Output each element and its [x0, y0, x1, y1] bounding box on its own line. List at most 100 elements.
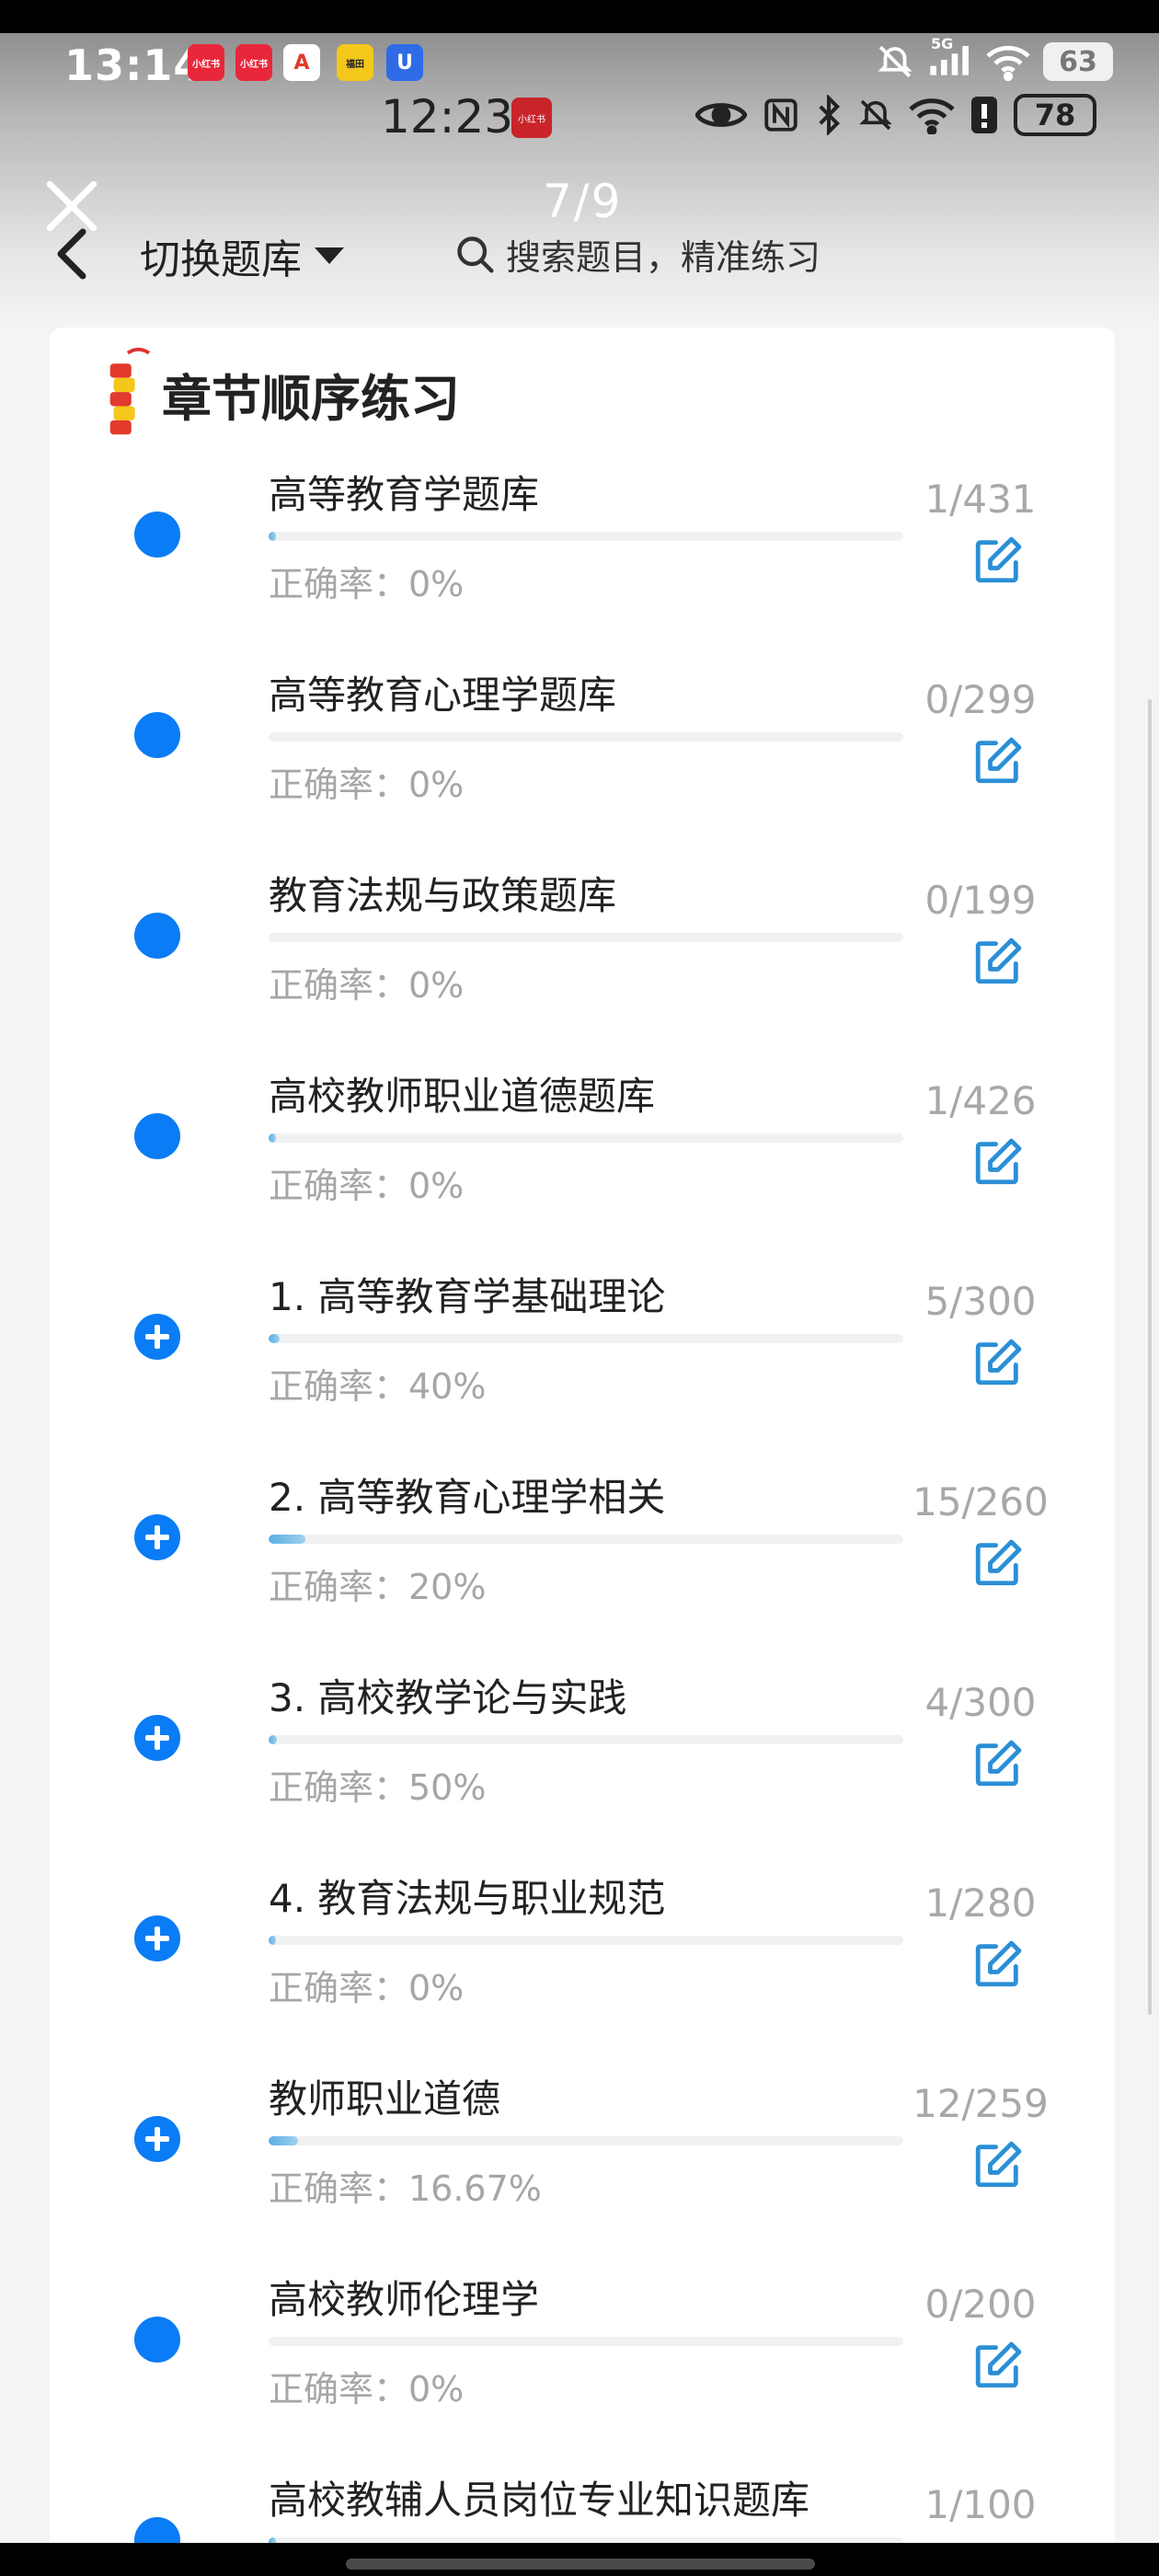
item-title: 2. 高等教育心理学相关: [269, 1475, 666, 1520]
list-item[interactable]: 高校教师职业道德题库 正确率：0% 1/426: [50, 1032, 1115, 1233]
mute-bell-icon: [878, 45, 912, 78]
progress-fill: [269, 532, 277, 541]
section-title: 章节顺序练习: [162, 369, 460, 428]
back-arrow-icon[interactable]: [52, 226, 92, 282]
search-input[interactable]: 搜索题目，精准练习: [429, 217, 1095, 291]
battery-indicator: 63: [1043, 42, 1113, 81]
chapter-practice-card: 章节顺序练习 高等教育学题库 正确率：0% 1/431 高等教育心理学题库 正确率：0%…: [50, 328, 1115, 2576]
progress-bar: [269, 1334, 903, 1343]
expand-plus-icon[interactable]: [134, 1514, 180, 1560]
progress-count: 5/300: [924, 1279, 1037, 1324]
progress-count: 0/199: [924, 878, 1037, 923]
nfc-icon: [764, 98, 798, 132]
progress-count: 0/200: [924, 2282, 1037, 2327]
chapter-dot-icon: [134, 1113, 180, 1159]
scrollbar[interactable]: [1148, 699, 1152, 2015]
accuracy-text: 正确率：0%: [269, 564, 465, 604]
progress-count: 1/100: [924, 2482, 1037, 2527]
chapter-dot-icon: [134, 712, 180, 758]
app-a-icon: A: [283, 44, 320, 81]
chapter-dot-icon: [134, 913, 180, 959]
list-item[interactable]: 教育法规与政策题库 正确率：0% 0/199: [50, 832, 1115, 1032]
progress-bar: [269, 2337, 903, 2346]
section-header: 章节顺序练习: [99, 346, 460, 442]
shield-app-icon: U: [386, 44, 423, 81]
edit-icon[interactable]: [971, 534, 1025, 587]
xiaohongshu-icon-2: 小红书: [235, 44, 272, 81]
accuracy-text: 正确率：50%: [269, 1767, 487, 1808]
progress-fill: [269, 2136, 298, 2145]
expand-plus-icon[interactable]: [134, 1715, 180, 1761]
list-item[interactable]: 高等教育心理学题库 正确率：0% 0/299: [50, 631, 1115, 832]
progress-count: 1/431: [924, 477, 1037, 522]
outer-status-time: 13:14: [64, 40, 204, 90]
edit-icon[interactable]: [971, 1737, 1025, 1790]
list-item[interactable]: 2. 高等教育心理学相关正确率：20% 15/260: [50, 1433, 1115, 1634]
wifi-icon: [986, 45, 1030, 81]
item-title: 4. 教育法规与职业规范: [269, 1876, 666, 1921]
expand-plus-icon[interactable]: [134, 1314, 180, 1360]
item-title: 高等教育心理学题库: [269, 673, 617, 718]
inner-status-icons: 78: [695, 94, 1096, 136]
app-screen: 13:14 小红书 小红书 A 福田 U 5G 63 12:23 小红书 78: [0, 0, 1159, 2576]
outer-status-bar: 13:14 小红书 小红书 A 福田 U 5G 63: [0, 33, 1159, 94]
list-item[interactable]: 教师职业道德 正确率：16.67% 12/259: [50, 2035, 1115, 2236]
search-icon: [457, 236, 494, 273]
edit-icon[interactable]: [971, 1336, 1025, 1389]
progress-bar: [269, 1735, 903, 1744]
search-placeholder: 搜索题目，精准练习: [506, 236, 821, 278]
accuracy-text: 正确率：0%: [269, 965, 465, 1006]
dropdown-triangle-icon: [315, 247, 344, 264]
alert-icon: [971, 97, 997, 133]
edit-icon[interactable]: [971, 734, 1025, 788]
list-item[interactable]: 3. 高校教学论与实践正确率：50% 4/300: [50, 1634, 1115, 1834]
item-title: 高校教辅人员岗位专业知识题库: [269, 2478, 810, 2523]
progress-count: 15/260: [912, 1479, 1049, 1524]
signal-5g-icon: 5G: [927, 35, 973, 83]
switch-library-button[interactable]: 切换题库: [140, 226, 344, 285]
edit-icon[interactable]: [971, 1135, 1025, 1189]
mute-bell-icon: [859, 99, 892, 131]
top-black-bar: [0, 0, 1159, 33]
xiaohongshu-icon: 小红书: [188, 44, 224, 81]
edit-icon[interactable]: [971, 1536, 1025, 1590]
edit-icon[interactable]: [971, 2339, 1025, 2392]
list-item[interactable]: 高校教师伦理学正确率：0% 0/200: [50, 2236, 1115, 2436]
accuracy-text: 正确率：0%: [269, 1166, 465, 1206]
edit-icon[interactable]: [971, 1938, 1025, 1991]
progress-bar: [269, 732, 903, 742]
inner-status-time: 12:23: [381, 90, 514, 144]
xiaohongshu-icon: 小红书: [511, 98, 552, 138]
list-item[interactable]: 1. 高等教育学基础理论 正确率：40% 5/300: [50, 1233, 1115, 1433]
eye-icon: [695, 103, 747, 127]
home-indicator[interactable]: [346, 2559, 815, 2570]
accuracy-text: 正确率：0%: [269, 2369, 465, 2409]
item-title: 高校教师伦理学: [269, 2277, 540, 2322]
accuracy-text: 正确率：20%: [269, 1567, 487, 1607]
switch-library-label: 切换题库: [140, 236, 302, 283]
item-title: 3. 高校教学论与实践: [269, 1675, 627, 1720]
edit-icon[interactable]: [971, 935, 1025, 988]
edit-icon[interactable]: [971, 2138, 1025, 2191]
progress-fill: [269, 1735, 278, 1744]
accuracy-text: 正确率：16.67%: [269, 2168, 542, 2209]
progress-count: 1/280: [924, 1880, 1037, 1926]
item-title: 高校教师职业道德题库: [269, 1074, 656, 1119]
battery-indicator: 78: [1014, 94, 1096, 136]
progress-count: 0/299: [924, 677, 1037, 722]
item-title: 教师职业道德: [269, 2076, 501, 2122]
progress-fill: [269, 1133, 277, 1143]
progress-fill: [269, 1936, 277, 1945]
progress-bar: [269, 1535, 903, 1544]
progress-bar: [269, 532, 903, 541]
inner-status-bar: 12:23 小红书 78: [0, 88, 1159, 144]
chapter-dot-icon: [134, 2317, 180, 2363]
progress-count: 4/300: [924, 1680, 1037, 1725]
list-item[interactable]: 4. 教育法规与职业规范 正确率：0% 1/280: [50, 1834, 1115, 2035]
firecracker-icon: [109, 347, 151, 435]
progress-bar: [269, 1133, 903, 1143]
expand-plus-icon[interactable]: [134, 2116, 180, 2162]
expand-plus-icon[interactable]: [134, 1915, 180, 1961]
list-item[interactable]: 高等教育学题库 正确率：0% 1/431: [50, 431, 1115, 631]
progress-fill: [269, 1535, 305, 1544]
